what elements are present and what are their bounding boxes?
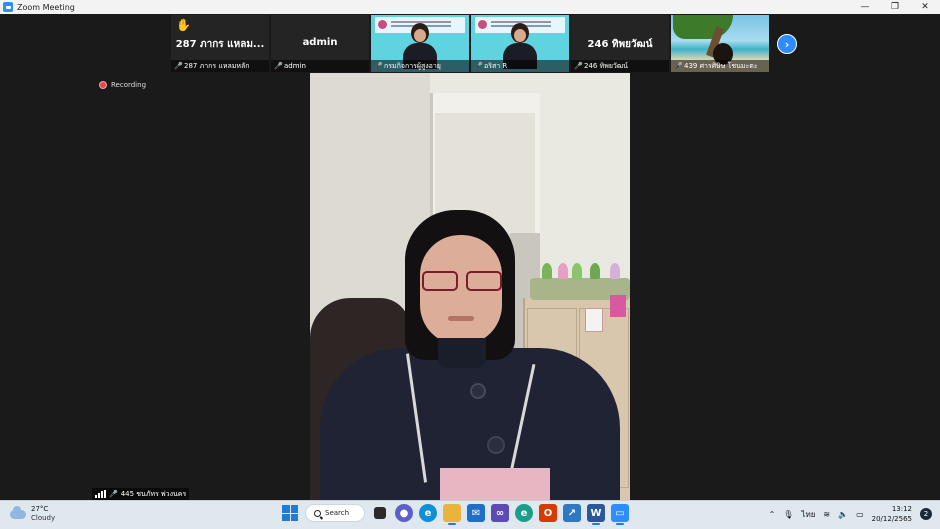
participant-display-name: 287 ภากร แหลม...	[175, 39, 265, 50]
participant-name: 287 ภากร แหลมหลัก	[184, 61, 250, 70]
muted-mic-icon: 🎤	[674, 62, 683, 70]
participant-label: 🎤 246 ทิพยวัฒน์	[571, 60, 669, 72]
participant-name: 439 ศารศิษิษ โชนมะตะ	[684, 61, 758, 70]
window-controls: — ❐ ✕	[850, 0, 940, 14]
participant-label: 🎤 439 ศารศิษิษ โชนมะตะ	[671, 60, 769, 72]
search-icon	[314, 509, 321, 517]
file-explorer-icon[interactable]	[443, 504, 461, 525]
participant-tile[interactable]: ✋ 287 ภากร แหลม... 🎤 287 ภากร แหลมหลัก	[171, 15, 269, 72]
word-icon[interactable]: W	[587, 504, 605, 525]
participant-label: 🎤 287 ภากร แหลมหลัก	[171, 60, 269, 72]
zoom-icon[interactable]: ▭	[611, 504, 629, 525]
clock-date: 20/12/2565	[871, 515, 912, 523]
window-title: Zoom Meeting	[17, 2, 75, 12]
restore-button[interactable]: ❐	[880, 0, 910, 14]
muted-mic-icon: 🎤	[274, 62, 283, 70]
recording-label: Recording	[111, 81, 147, 89]
active-speaker-label: 🎤 445 ชนภัทร พ่วงนคร	[92, 488, 190, 500]
participant-display-name: 246 ทิพยวัฒน์	[587, 39, 653, 50]
active-speaker-name: 445 ชนภัทร พ่วงนคร	[120, 489, 187, 498]
weather-widget[interactable]: 27°C Cloudy	[10, 505, 55, 523]
title-bar: Zoom Meeting — ❐ ✕	[0, 0, 940, 14]
windows-logo-icon	[282, 505, 298, 521]
signal-bars-icon	[95, 490, 106, 498]
clock-time: 13:12	[891, 505, 912, 513]
microphone-icon[interactable]: 🎙	[783, 510, 793, 519]
next-page-button[interactable]: ›	[777, 34, 797, 54]
clock[interactable]: 13:12 20/12/2565	[872, 504, 912, 524]
notification-badge[interactable]: 2	[920, 508, 932, 520]
mail-icon[interactable]: ✉	[467, 504, 485, 522]
visual-studio-icon[interactable]: ∞	[491, 504, 509, 522]
raised-hand-icon: ✋	[176, 18, 191, 32]
participant-tile[interactable]: 🎤 กรมกิจการผู้สูงอายุ	[371, 15, 469, 72]
task-view-icon[interactable]	[374, 507, 386, 519]
participant-name: admin	[284, 62, 306, 70]
office-icon[interactable]: O	[539, 504, 557, 522]
app-icon[interactable]: ↗	[563, 504, 581, 522]
edge-dev-icon[interactable]: e	[515, 504, 533, 522]
edge-icon[interactable]: e	[419, 504, 437, 522]
muted-mic-icon: 🎤	[474, 62, 483, 70]
weather-condition: Cloudy	[31, 514, 56, 522]
participant-label: 🎤 กรมกิจการผู้สูงอายุ	[371, 60, 469, 72]
participant-name: อริสา R	[484, 61, 508, 70]
muted-mic-icon: 🎤	[574, 62, 583, 70]
recording-icon	[99, 81, 107, 89]
windows-taskbar: 27°C Cloudy Search ● e ✉ ∞ e O ↗ W ▭ ⌃ 🎙…	[0, 500, 940, 529]
participant-label: 🎤 อริสา R	[471, 60, 569, 72]
teams-chat-icon[interactable]: ●	[395, 504, 413, 522]
wifi-icon[interactable]: ≋	[823, 510, 830, 519]
start-button[interactable]	[281, 504, 299, 522]
participant-tile[interactable]: 🎤 อริสา R	[471, 15, 569, 72]
muted-mic-icon: 🎤	[109, 490, 118, 498]
participant-tile[interactable]: 246 ทิพยวัฒน์ 🎤 246 ทิพยวัฒน์	[571, 15, 669, 72]
thumbnail-strip: ✋ 287 ภากร แหลม... 🎤 287 ภากร แหลมหลัก a…	[171, 15, 769, 72]
volume-icon[interactable]: 🔈	[838, 510, 848, 519]
muted-mic-icon: 🎤	[174, 62, 183, 70]
active-speaker-video[interactable]	[310, 73, 630, 500]
participant-name: 246 ทิพยวัฒน์	[584, 61, 628, 70]
participant-tile[interactable]: admin 🎤 admin	[271, 15, 369, 72]
battery-icon[interactable]: ▭	[856, 510, 864, 519]
system-tray: ⌃ 🎙 ไทย ≋ 🔈 ▭ 13:12 20/12/2565 2	[769, 504, 932, 524]
participant-tile[interactable]: 🎤 439 ศารศิษิษ โชนมะตะ	[671, 15, 769, 72]
participant-display-name: admin	[302, 37, 338, 48]
virtual-background	[673, 15, 733, 39]
weather-temperature: 27°C	[31, 505, 49, 513]
minimize-button[interactable]: —	[850, 0, 880, 14]
search-label: Search	[325, 509, 350, 517]
participant-name: กรมกิจการผู้สูงอายุ	[384, 61, 441, 70]
recording-indicator[interactable]: Recording	[99, 81, 146, 89]
meeting-area: ✋ 287 ภากร แหลม... 🎤 287 ภากร แหลมหลัก a…	[0, 14, 940, 500]
participant-label: 🎤 admin	[271, 60, 369, 72]
chevron-up-icon[interactable]: ⌃	[769, 510, 776, 519]
taskbar-apps: Search ● e ✉ ∞ e O ↗ W ▭	[281, 504, 629, 525]
input-language[interactable]: ไทย	[801, 508, 815, 521]
zoom-app-icon	[3, 2, 13, 12]
close-button[interactable]: ✕	[910, 0, 940, 14]
muted-mic-icon: 🎤	[374, 62, 383, 70]
taskbar-search[interactable]: Search	[305, 504, 365, 522]
cloud-icon	[10, 505, 26, 519]
